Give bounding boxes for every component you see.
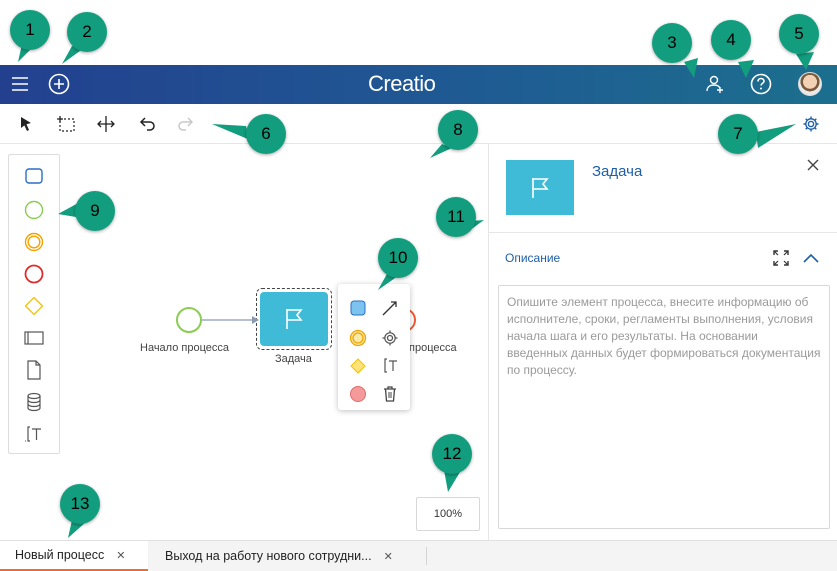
process-designer-page: Creatio Начало процесса Задача процесса … — [0, 0, 837, 571]
callout-marker: 3 — [652, 23, 692, 63]
callout-marker: 4 — [711, 20, 751, 60]
callout-marker: 13 — [60, 484, 100, 524]
callout-marker: 7 — [718, 114, 758, 154]
callout-marker: 9 — [75, 191, 115, 231]
callout-marker: 12 — [432, 434, 472, 474]
callout-marker: 1 — [10, 10, 50, 50]
callout-marker: 2 — [67, 12, 107, 52]
callout-marker: 8 — [438, 110, 478, 150]
callout-marker: 11 — [436, 197, 476, 237]
callout-pointers — [18, 44, 814, 538]
callout-marker: 10 — [378, 238, 418, 278]
callout-marker: 5 — [779, 14, 819, 54]
callout-marker: 6 — [246, 114, 286, 154]
